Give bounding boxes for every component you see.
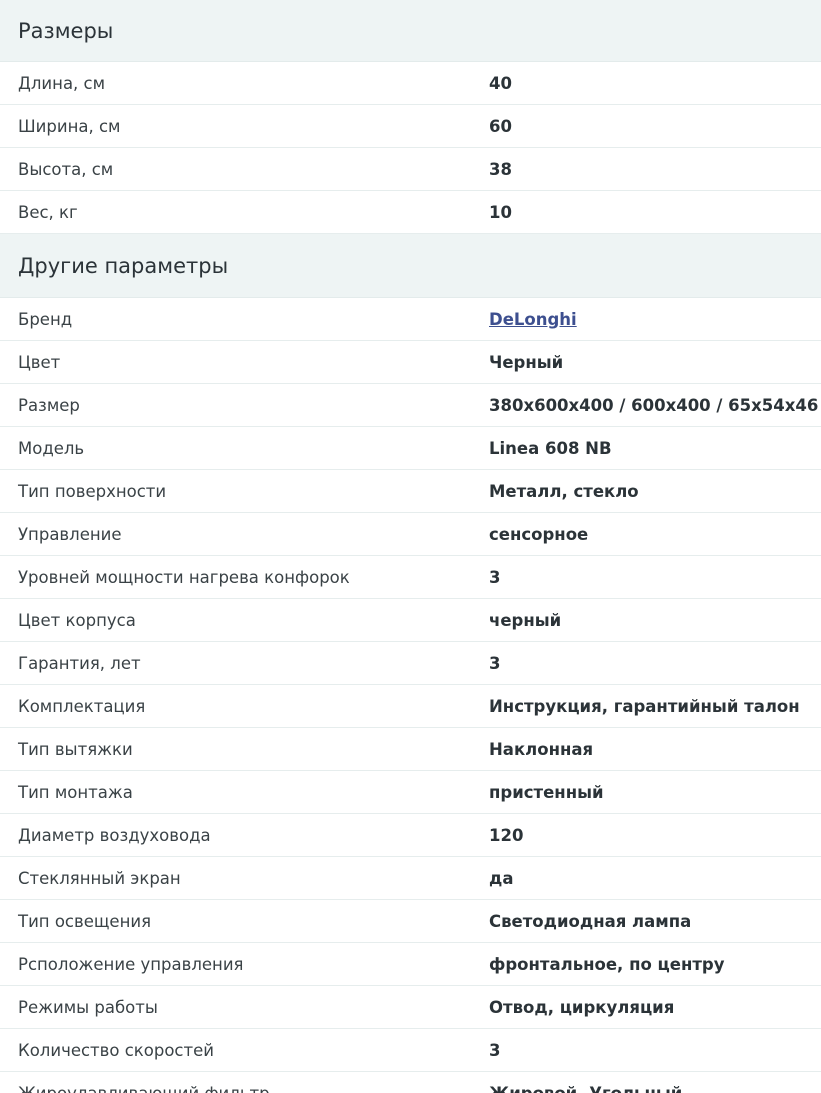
spec-label: Бренд	[18, 309, 73, 329]
spec-value: 3	[489, 567, 501, 587]
spec-row-color: Цвет Черный	[0, 341, 821, 384]
spec-label: Вес, кг	[18, 202, 78, 222]
spec-value: фронтальное, по центру	[489, 954, 725, 974]
spec-value: Светодиодная лампа	[489, 911, 692, 931]
spec-label: Стеклянный экран	[18, 868, 181, 888]
spec-label: Размер	[18, 395, 80, 415]
brand-link[interactable]: DeLonghi	[489, 310, 577, 329]
spec-label: Высота, см	[18, 159, 114, 179]
spec-label: Уровней мощности нагрева конфорок	[18, 567, 350, 587]
spec-row-duct-diameter: Диаметр воздуховода 120	[0, 814, 821, 857]
spec-label: Комплектация	[18, 696, 146, 716]
spec-label: Гарантия, лет	[18, 653, 141, 673]
spec-label: Длина, см	[18, 73, 106, 93]
spec-value: DeLonghi	[489, 310, 577, 329]
spec-label: Ширина, см	[18, 116, 121, 136]
spec-row-control-location: Рсположение управления фронтальное, по ц…	[0, 943, 821, 986]
spec-value: 40	[489, 73, 512, 93]
spec-row-length: Длина, см 40	[0, 62, 821, 105]
section-header-other-parameters: Другие параметры	[0, 234, 821, 298]
spec-value: Отвод, циркуляция	[489, 997, 675, 1017]
spec-value: пристенный	[489, 782, 604, 802]
spec-label: Режимы работы	[18, 997, 158, 1017]
spec-row-surface-type: Тип поверхности Металл, стекло	[0, 470, 821, 513]
spec-value: 380x600x400 / 600x400 / 65x54x46	[489, 395, 819, 415]
spec-value: Linea 608 NB	[489, 438, 612, 458]
spec-label: Диаметр воздуховода	[18, 825, 211, 845]
spec-row-height: Высота, см 38	[0, 148, 821, 191]
spec-row-mounting-type: Тип монтажа пристенный	[0, 771, 821, 814]
spec-row-control: Управление сенсорное	[0, 513, 821, 556]
spec-label: Цвет корпуса	[18, 610, 136, 630]
spec-row-operating-modes: Режимы работы Отвод, циркуляция	[0, 986, 821, 1029]
spec-value: 10	[489, 202, 512, 222]
spec-value: Инструкция, гарантийный талон	[489, 696, 800, 716]
spec-value: 60	[489, 116, 512, 136]
spec-label: Жироулавливающий фильтр	[18, 1083, 270, 1093]
spec-row-package: Комплектация Инструкция, гарантийный тал…	[0, 685, 821, 728]
spec-value: сенсорное	[489, 524, 589, 544]
spec-label: Управление	[18, 524, 122, 544]
specifications-table: Размеры Длина, см 40 Ширина, см 60 Высот…	[0, 0, 821, 1093]
spec-label: Тип освещения	[18, 911, 152, 931]
spec-row-body-color: Цвет корпуса черный	[0, 599, 821, 642]
spec-label: Цвет	[18, 352, 61, 372]
spec-label: Модель	[18, 438, 85, 458]
spec-value: Наклонная	[489, 739, 594, 759]
spec-row-grease-filter: Жироулавливающий фильтр Жировой, Угольны…	[0, 1072, 821, 1093]
spec-label: Тип поверхности	[18, 481, 167, 501]
spec-row-width: Ширина, см 60	[0, 105, 821, 148]
section-header-dimensions: Размеры	[0, 0, 821, 62]
spec-value: 38	[489, 159, 512, 179]
spec-label: Тип вытяжки	[18, 739, 133, 759]
spec-row-power-levels: Уровней мощности нагрева конфорок 3	[0, 556, 821, 599]
spec-value: 3	[489, 1040, 501, 1060]
spec-label: Рсположение управления	[18, 954, 244, 974]
spec-row-brand: Бренд DeLonghi	[0, 298, 821, 341]
spec-label: Количество скоростей	[18, 1040, 214, 1060]
spec-value: черный	[489, 610, 562, 630]
spec-row-lighting-type: Тип освещения Светодиодная лампа	[0, 900, 821, 943]
spec-value: 3	[489, 653, 501, 673]
spec-value: Черный	[489, 352, 564, 372]
spec-row-glass-screen: Стеклянный экран да	[0, 857, 821, 900]
spec-row-size: Размер 380x600x400 / 600x400 / 65x54x46	[0, 384, 821, 427]
spec-row-weight: Вес, кг 10	[0, 191, 821, 234]
spec-row-warranty: Гарантия, лет 3	[0, 642, 821, 685]
spec-row-speed-count: Количество скоростей 3	[0, 1029, 821, 1072]
spec-value: да	[489, 868, 514, 888]
spec-value: Жировой, Угольный	[489, 1083, 683, 1093]
spec-value: Металл, стекло	[489, 481, 639, 501]
spec-row-model: Модель Linea 608 NB	[0, 427, 821, 470]
spec-label: Тип монтажа	[18, 782, 133, 802]
spec-value: 120	[489, 825, 524, 845]
spec-row-hood-type: Тип вытяжки Наклонная	[0, 728, 821, 771]
